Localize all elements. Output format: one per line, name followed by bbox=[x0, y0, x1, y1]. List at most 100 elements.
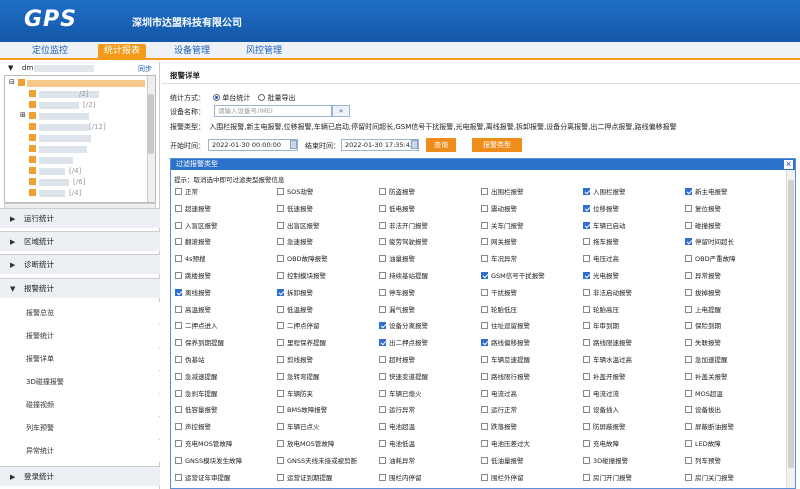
checkbox-icon[interactable] bbox=[175, 322, 182, 330]
alarm-type-option[interactable]: 声控报警 bbox=[175, 422, 211, 432]
checkbox-icon[interactable] bbox=[277, 456, 284, 464]
alarm-type-option[interactable]: 车况异常 bbox=[481, 254, 517, 264]
alarm-type-option[interactable]: GNSS天线未接或被剪断 bbox=[277, 456, 357, 466]
alarm-type-option[interactable]: 4s预搜 bbox=[175, 254, 206, 264]
alarm-type-option[interactable]: 油量报警 bbox=[379, 254, 415, 264]
submenu-collision-video[interactable]: 碰撞视频 bbox=[0, 394, 160, 416]
checkbox-checked-icon[interactable] bbox=[583, 204, 590, 212]
alarm-type-option[interactable]: 剪线报警 bbox=[277, 355, 313, 365]
alarm-type-option[interactable]: 充电MOS管故障 bbox=[175, 439, 232, 449]
checkbox-icon[interactable] bbox=[583, 238, 590, 246]
alarm-type-option[interactable]: 跌落报警 bbox=[481, 422, 517, 432]
checkbox-icon[interactable] bbox=[277, 406, 284, 414]
alarm-type-option[interactable]: 上电提醒 bbox=[685, 305, 721, 315]
checkbox-icon[interactable] bbox=[175, 255, 182, 263]
checkbox-icon[interactable] bbox=[481, 255, 488, 263]
alarm-type-option[interactable]: 拔掉报警 bbox=[685, 288, 721, 298]
checkbox-icon[interactable] bbox=[175, 423, 182, 431]
nav-tab-reports[interactable]: 统计报表 bbox=[98, 44, 147, 60]
checkbox-icon[interactable] bbox=[379, 305, 386, 313]
alarm-type-option[interactable]: 防屏蔽报警 bbox=[583, 422, 626, 432]
checkbox-icon[interactable] bbox=[583, 440, 590, 447]
alarm-type-option[interactable]: 路线限速报警 bbox=[583, 338, 632, 348]
checkbox-icon[interactable] bbox=[583, 372, 590, 380]
checkbox-icon[interactable] bbox=[379, 204, 386, 212]
alarm-type-option[interactable]: GNSS模块发生故障 bbox=[175, 456, 242, 466]
alarm-type-option[interactable]: 年审到期 bbox=[583, 321, 619, 331]
alarm-type-option[interactable]: 快速变道提醒 bbox=[379, 372, 428, 382]
menu-area-stats[interactable]: ▶ 区域统计 bbox=[0, 231, 160, 251]
alarm-type-option[interactable]: 设备拔出 bbox=[685, 405, 721, 415]
alarm-type-option[interactable]: 出二押点报警 bbox=[379, 338, 428, 348]
checkbox-icon[interactable] bbox=[583, 473, 590, 481]
nav-tab-monitor[interactable]: 定位监控 bbox=[26, 44, 74, 60]
alarm-type-option[interactable]: 防盗报警 bbox=[379, 187, 415, 197]
end-time-input[interactable]: 2022-01-30 17:35:42 bbox=[341, 139, 419, 151]
alarm-type-option[interactable]: 充电故障 bbox=[583, 439, 619, 449]
tree-scroll-thumb[interactable] bbox=[148, 94, 154, 154]
alarm-type-option[interactable]: 碰撞报警 bbox=[685, 221, 721, 231]
checkbox-icon[interactable] bbox=[685, 339, 692, 347]
checkbox-icon[interactable] bbox=[277, 305, 284, 313]
alarm-type-option[interactable]: 失联报警 bbox=[685, 338, 721, 348]
alarm-type-option[interactable]: 急加速提醒 bbox=[685, 355, 728, 365]
alarm-type-option[interactable]: 超速报警 bbox=[175, 204, 211, 214]
checkbox-icon[interactable] bbox=[277, 255, 284, 263]
checkbox-icon[interactable] bbox=[379, 406, 386, 414]
checkbox-icon[interactable] bbox=[175, 356, 182, 363]
checkbox-icon[interactable] bbox=[685, 473, 692, 481]
checkbox-icon[interactable] bbox=[481, 322, 488, 330]
checkbox-icon[interactable] bbox=[685, 322, 692, 330]
alarm-type-option[interactable]: 异常报警 bbox=[685, 271, 721, 281]
alarm-type-option[interactable]: 电池低温 bbox=[379, 439, 415, 449]
checkbox-icon[interactable] bbox=[277, 440, 284, 447]
sync-button[interactable]: 同步 bbox=[138, 64, 152, 74]
checkbox-icon[interactable] bbox=[379, 423, 386, 431]
checkbox-icon[interactable] bbox=[685, 221, 692, 229]
checkbox-checked-icon[interactable] bbox=[583, 188, 590, 195]
checkbox-icon[interactable] bbox=[379, 188, 386, 195]
checkbox-icon[interactable] bbox=[685, 356, 692, 363]
checkbox-checked-icon[interactable] bbox=[481, 272, 488, 279]
alarm-type-option[interactable]: 跳楼报警 bbox=[175, 271, 211, 281]
alarm-type-option[interactable]: 干扰报警 bbox=[481, 288, 517, 298]
checkbox-icon[interactable] bbox=[277, 473, 284, 481]
start-time-input[interactable]: 2022-01-30 00:00:00 bbox=[208, 139, 298, 151]
alarm-type-option[interactable]: 出围栏报警 bbox=[481, 187, 524, 197]
alarm-type-option[interactable]: 车辆已熄火 bbox=[379, 389, 422, 399]
checkbox-icon[interactable] bbox=[175, 406, 182, 414]
checkbox-icon[interactable] bbox=[685, 305, 692, 313]
alarm-type-option[interactable]: 轮胎低压 bbox=[481, 305, 517, 315]
alarm-type-option[interactable]: 运营证到期提醒 bbox=[277, 473, 333, 483]
alarm-type-option[interactable]: 运行正常 bbox=[481, 405, 517, 415]
checkbox-icon[interactable] bbox=[685, 423, 692, 431]
checkbox-icon[interactable] bbox=[685, 456, 692, 464]
checkbox-icon[interactable] bbox=[685, 389, 692, 397]
alarm-type-option[interactable]: 低容量报警 bbox=[175, 405, 218, 415]
alarm-type-option[interactable]: 急转弯提醒 bbox=[277, 372, 320, 382]
checkbox-checked-icon[interactable] bbox=[481, 339, 488, 347]
alarm-type-option[interactable]: 控制模块报警 bbox=[277, 271, 326, 281]
checkbox-icon[interactable] bbox=[175, 272, 182, 279]
mode-single-radio[interactable]: 单台统计 bbox=[213, 94, 250, 102]
submenu-alarm-overview[interactable]: 报警总览 bbox=[0, 302, 160, 324]
checkbox-icon[interactable] bbox=[583, 322, 590, 330]
checkbox-icon[interactable] bbox=[379, 221, 386, 229]
tree-scrollbar[interactable] bbox=[147, 76, 155, 202]
calendar-icon[interactable] bbox=[290, 140, 297, 149]
submenu-3d-collision[interactable]: 3D碰撞报警 bbox=[0, 371, 160, 393]
alarm-type-button[interactable]: 报警类型 bbox=[472, 138, 522, 152]
checkbox-icon[interactable] bbox=[685, 255, 692, 263]
checkbox-icon[interactable] bbox=[583, 456, 590, 464]
checkbox-icon[interactable] bbox=[685, 406, 692, 414]
checkbox-checked-icon[interactable] bbox=[685, 238, 692, 246]
alarm-type-option[interactable]: 出盲区报警 bbox=[277, 221, 320, 231]
alarm-type-option[interactable]: BMS故障报警 bbox=[277, 405, 327, 415]
alarm-type-option[interactable]: 列车预警 bbox=[685, 456, 721, 466]
alarm-type-option[interactable]: GSM信号干扰报警 bbox=[481, 271, 545, 281]
alarm-type-option[interactable]: SOS劫警 bbox=[277, 187, 313, 197]
alarm-type-option[interactable]: 电压过高 bbox=[583, 254, 619, 264]
submenu-alarm-detail[interactable]: 报警详单 bbox=[0, 348, 160, 370]
alarm-type-option[interactable]: 网关报警 bbox=[481, 237, 517, 247]
checkbox-icon[interactable] bbox=[175, 372, 182, 380]
